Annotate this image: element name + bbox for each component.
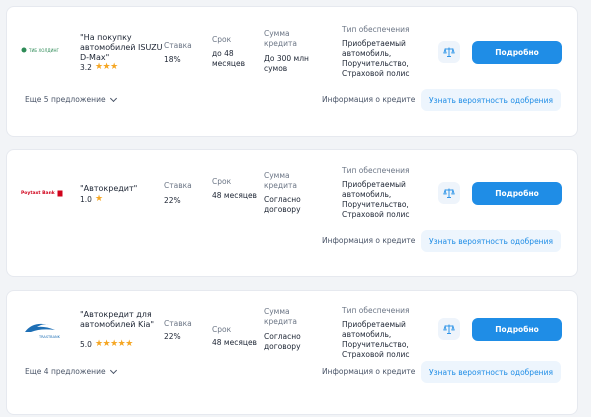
star-icon: ★	[94, 194, 103, 204]
credit-info-link[interactable]: Информация о кредите	[322, 236, 415, 245]
offer-card: TRASTBANK "Автокредит для автомобилей Ki…	[6, 290, 578, 415]
bank-logo-text: Poytaxt Bank	[21, 190, 55, 196]
star-icon: ★★★★★	[94, 339, 133, 349]
rate-label: Ставка	[164, 319, 192, 328]
approval-button[interactable]: Узнать вероятность одобрения	[421, 89, 561, 111]
rate-value: 18%	[164, 55, 181, 64]
star-icon: ★★★	[94, 62, 118, 72]
scales-icon	[443, 47, 455, 57]
details-button[interactable]: Подробно	[472, 182, 562, 205]
bank-logo: ТИБ ХОЛДИНГ	[21, 45, 69, 55]
more-offers-link[interactable]: Еще 4 предложение	[25, 366, 117, 376]
offer-card: ТИБ ХОЛДИНГ "На покупку автомобилей ISUZ…	[6, 6, 578, 137]
amount-value: Согласно договору	[264, 332, 301, 351]
bank-logo-icon	[21, 47, 27, 53]
rate-label: Ставка	[164, 41, 192, 50]
rating-value: 1.0	[80, 194, 92, 204]
bank-logo-icon	[57, 190, 63, 196]
amount-label: Сумма кредита	[264, 29, 297, 48]
term-value: 48 месяцев	[212, 191, 257, 200]
bank-logo-text: TRASTBANK	[39, 335, 60, 339]
term-value: 48 месяцев	[212, 338, 257, 347]
bank-logo-text: ТИБ ХОЛДИНГ	[29, 47, 59, 53]
collateral-label: Тип обеспечения	[342, 306, 410, 315]
collateral-value: Приобретаемый автомобиль, Поручительство…	[342, 180, 410, 219]
details-button[interactable]: Подробно	[472, 41, 562, 64]
details-button[interactable]: Подробно	[472, 318, 562, 341]
amount-label: Сумма кредита	[264, 307, 297, 326]
credit-info-link[interactable]: Информация о кредите	[322, 95, 415, 104]
amount-label: Сумма кредита	[264, 171, 297, 190]
term-label: Срок	[212, 177, 232, 186]
offer-title[interactable]: "Автокредит"	[80, 184, 172, 194]
offer-title[interactable]: "Автокредит для автомобилей Kia"	[80, 310, 172, 330]
compare-button[interactable]	[438, 41, 460, 63]
rating: 1.0 ★	[80, 194, 103, 204]
scales-icon	[443, 324, 455, 334]
credit-info-link[interactable]: Информация о кредите	[322, 367, 415, 376]
offer-title[interactable]: "На покупку автомобилей ISUZU D-Max"	[80, 33, 172, 63]
amount-value: До 300 млн сумов	[264, 54, 309, 73]
more-offers-label: Еще 5 предложение	[25, 95, 106, 104]
term-value: до 48 месяцев	[212, 49, 246, 68]
term-label: Срок	[212, 35, 232, 44]
rating: 5.0 ★★★★★	[80, 339, 133, 349]
amount-value: Согласно договору	[264, 195, 301, 214]
chevron-down-icon	[109, 366, 117, 374]
more-offers-link[interactable]: Еще 5 предложение	[25, 94, 117, 104]
bank-logo: TRASTBANK	[21, 319, 71, 339]
collateral-label: Тип обеспечения	[342, 166, 410, 175]
rating: 3.2 ★★★	[80, 62, 118, 72]
compare-button[interactable]	[438, 182, 460, 204]
approval-button[interactable]: Узнать вероятность одобрения	[421, 230, 561, 252]
rating-value: 3.2	[80, 62, 92, 72]
offer-card: Poytaxt Bank "Автокредит" 1.0 ★ Ставка 2…	[6, 149, 578, 277]
rate-value: 22%	[164, 332, 181, 341]
approval-button[interactable]: Узнать вероятность одобрения	[421, 361, 561, 383]
bank-logo: Poytaxt Bank	[21, 188, 71, 198]
more-offers-label: Еще 4 предложение	[25, 367, 106, 376]
collateral-label: Тип обеспечения	[342, 25, 410, 34]
compare-button[interactable]	[438, 318, 460, 340]
term-label: Срок	[212, 325, 232, 334]
scales-icon	[443, 188, 455, 198]
chevron-down-icon	[109, 94, 117, 102]
collateral-value: Приобретаемый автомобиль, Поручительство…	[342, 39, 410, 78]
rate-value: 22%	[164, 196, 181, 205]
bank-logo-icon	[25, 323, 55, 332]
collateral-value: Приобретаемый автомобиль, Поручительство…	[342, 320, 410, 359]
rating-value: 5.0	[80, 339, 92, 349]
rate-label: Ставка	[164, 181, 192, 190]
